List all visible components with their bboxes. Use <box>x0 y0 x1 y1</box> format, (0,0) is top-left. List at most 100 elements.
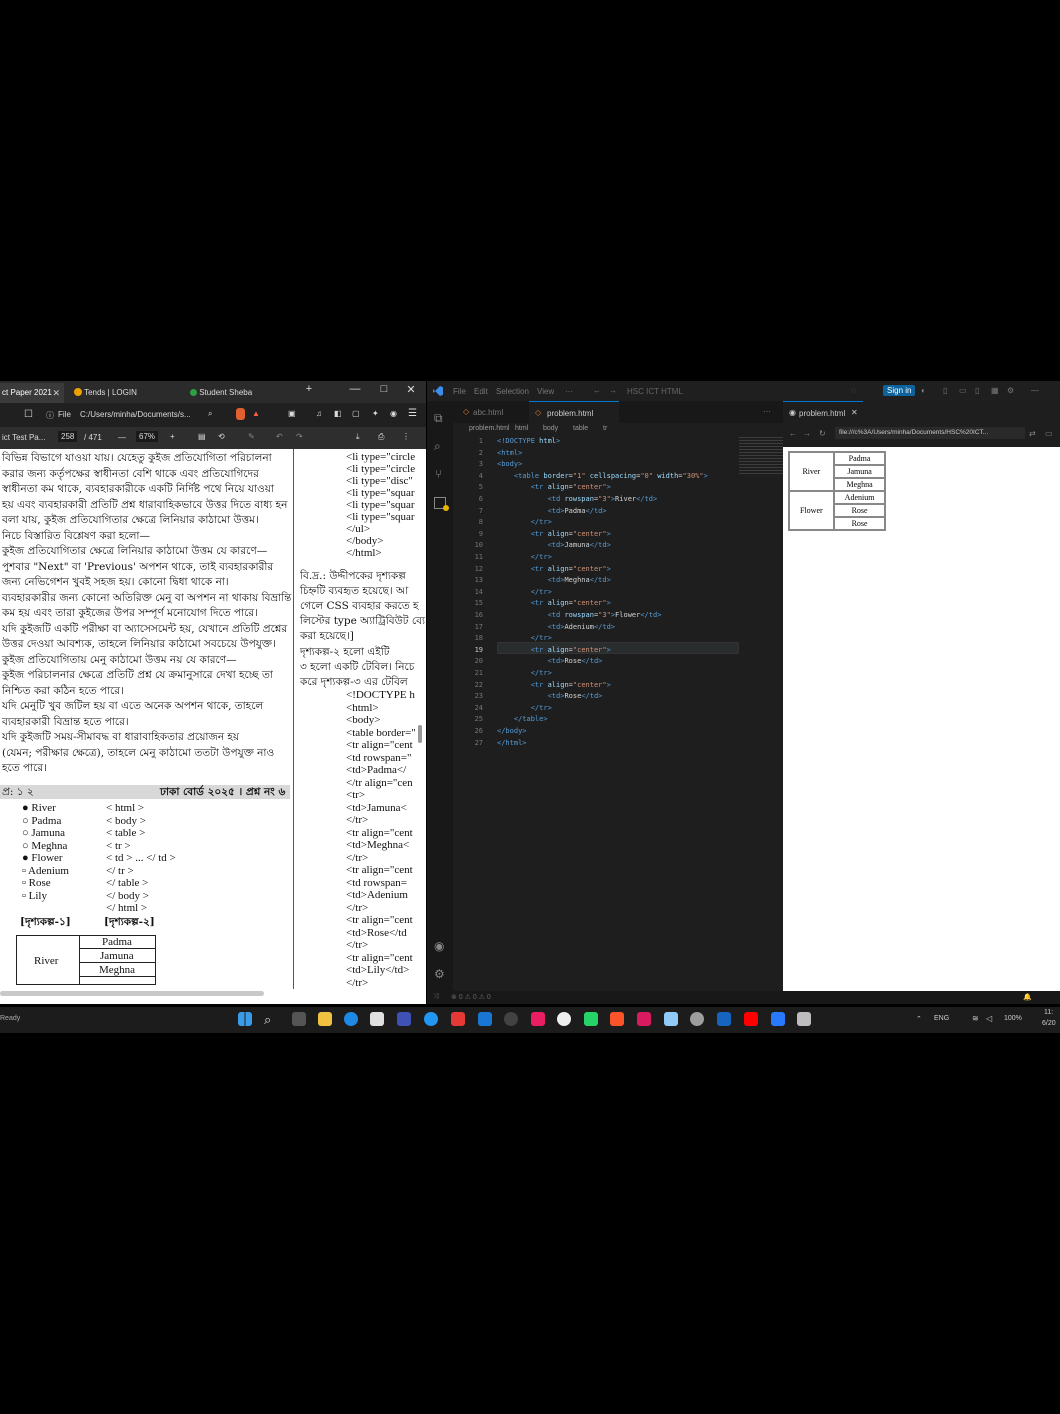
search-icon[interactable]: ⌕ <box>208 409 212 419</box>
code-line[interactable]: <td>Rose</td> <box>497 657 603 665</box>
bookmark-icon[interactable]: ☐ <box>24 409 33 420</box>
more-icon[interactable]: ▭ <box>1045 429 1053 438</box>
info-icon[interactable]: ⓘ <box>46 410 54 421</box>
code-line[interactable]: </table> <box>497 715 548 723</box>
reload-icon[interactable]: ↻ <box>819 429 826 438</box>
code-line[interactable]: <tr align="center"> <box>497 599 611 607</box>
code-line[interactable]: <body> <box>497 460 522 468</box>
code-line[interactable]: </tr> <box>497 669 552 677</box>
wifi-icon[interactable]: ≋ <box>972 1014 979 1023</box>
close-icon[interactable]: ✕ <box>52 383 60 403</box>
horizontal-scrollbar[interactable] <box>0 991 264 996</box>
breadcrumb-item[interactable]: html <box>515 425 528 432</box>
remote-icon[interactable]: ⤨ <box>433 993 439 1001</box>
forward-arrow-icon[interactable]: → <box>609 386 617 395</box>
settings-icon[interactable] <box>690 1012 704 1026</box>
clock-time[interactable]: 11: <box>1044 1009 1053 1016</box>
task-view-icon[interactable] <box>292 1012 306 1026</box>
code-line[interactable]: <td>Rose</td> <box>497 692 603 700</box>
copilot-icon[interactable]: ◌ <box>851 386 856 395</box>
back-arrow-icon[interactable]: ← <box>593 386 601 395</box>
photos-icon[interactable] <box>531 1012 545 1026</box>
sidebar-icon[interactable]: ▣ <box>288 409 296 418</box>
start-menu-icon[interactable] <box>238 1012 252 1026</box>
menu-view[interactable]: View <box>537 387 554 396</box>
breadcrumb-item[interactable]: problem.html <box>469 425 509 432</box>
new-tab-button[interactable]: + <box>298 383 320 395</box>
zoom-out-button[interactable]: — <box>118 433 126 442</box>
browser-tab-student-sheba[interactable]: Student Sheba <box>186 383 300 403</box>
code-line[interactable]: <table border="1" cellspacing="0" width=… <box>497 472 708 480</box>
tab-preview-problem-html[interactable]: ◉ problem.html ✕ <box>783 401 863 424</box>
volume-icon[interactable]: ◁ <box>986 1014 992 1023</box>
code-line[interactable]: <tr align="center"> <box>497 681 611 689</box>
menu-file[interactable]: File <box>453 387 466 396</box>
language-indicator[interactable]: ENG <box>934 1015 949 1022</box>
code-line[interactable]: <td>Padma</td> <box>497 507 607 515</box>
more-actions-icon[interactable]: ··· <box>763 407 771 416</box>
forward-arrow-icon[interactable]: → <box>803 429 811 438</box>
code-line[interactable]: <tr align="center"> <box>497 646 611 654</box>
page-number-input[interactable]: 258 <box>58 431 78 442</box>
command-center-search[interactable]: HSC ICT HTML <box>627 387 683 396</box>
tab-abc-html[interactable]: ◇ abc.html <box>463 401 523 423</box>
account-icon[interactable]: ◐ <box>921 386 926 395</box>
undo-icon[interactable]: ↶ <box>276 432 283 441</box>
notifications-icon[interactable]: 🔔 <box>1023 993 1032 1001</box>
youtube-icon[interactable] <box>744 1012 758 1026</box>
redo-icon[interactable]: ↷ <box>296 432 303 441</box>
sign-in-button[interactable]: Sign in <box>883 385 916 396</box>
customize-layout-icon[interactable]: ▦ <box>991 386 999 395</box>
network-app-icon[interactable] <box>717 1012 731 1026</box>
edge-icon[interactable] <box>344 1012 358 1026</box>
browser-tab-tends[interactable]: Tends | LOGIN <box>70 383 179 403</box>
app-icon[interactable] <box>397 1012 411 1026</box>
print-icon[interactable]: ⎙ <box>378 432 384 442</box>
zoom-in-button[interactable]: + <box>170 432 175 441</box>
layout-panel-icon[interactable]: ▭ <box>959 386 967 395</box>
open-external-icon[interactable]: ⇄ <box>1029 429 1036 438</box>
close-button[interactable]: ✕ <box>400 383 422 396</box>
vertical-scrollbar[interactable] <box>418 725 422 743</box>
rotate-icon[interactable]: ⟲ <box>218 432 225 441</box>
layout-secondary-icon[interactable]: ▯ <box>975 386 979 395</box>
download-icon[interactable]: ⤓ <box>356 432 360 442</box>
rewards-icon[interactable]: ▲ <box>252 409 260 418</box>
mail-icon[interactable] <box>478 1012 492 1026</box>
breadcrumb-item[interactable]: tr <box>603 425 607 432</box>
help-icon[interactable] <box>424 1012 438 1026</box>
code-line[interactable]: </html> <box>497 739 527 747</box>
browser-tab-pdf[interactable]: ct Paper 2021 ✕ <box>0 383 64 403</box>
close-icon[interactable]: ✕ <box>851 408 858 417</box>
zoom-input[interactable]: 67% <box>136 431 159 442</box>
media-player-icon[interactable] <box>504 1012 518 1026</box>
settings-icon[interactable]: ⚙ <box>1007 386 1014 395</box>
code-line[interactable]: <td rowspan="3">River</td> <box>497 495 658 503</box>
code-line[interactable]: </tr> <box>497 704 552 712</box>
draw-icon[interactable]: ✎ <box>248 432 255 441</box>
problems-status[interactable]: ⊗ 0 ⚠ 0 ⚠ 0 <box>451 993 491 1001</box>
code-line[interactable]: <html> <box>497 449 522 457</box>
url-field[interactable]: C:/Users/minha/Documents/s... <box>80 410 191 419</box>
brave-shield-icon[interactable] <box>236 408 245 420</box>
code-line[interactable]: <td rowspan="3">Flower</td> <box>497 611 662 619</box>
menu-edit[interactable]: Edit <box>474 387 488 396</box>
split-view-icon[interactable]: ◧ <box>334 409 342 418</box>
maximize-button[interactable]: □ <box>373 383 395 395</box>
chrome-icon[interactable] <box>557 1012 571 1026</box>
back-arrow-icon[interactable]: ← <box>789 429 797 438</box>
code-line[interactable]: </tr> <box>497 588 552 596</box>
minimize-button[interactable]: — <box>1031 386 1039 395</box>
explorer-icon[interactable]: ⧉ <box>434 411 443 426</box>
code-line[interactable]: </tr> <box>497 634 552 642</box>
search-icon[interactable]: ⌕ <box>434 439 441 454</box>
menu-more[interactable]: ··· <box>565 387 573 396</box>
more-options-icon[interactable]: ⋮ <box>402 432 410 441</box>
code-line[interactable]: </tr> <box>497 518 552 526</box>
clock-date[interactable]: 6/20 <box>1042 1020 1056 1027</box>
battery-indicator[interactable]: 100% <box>1004 1015 1022 1022</box>
code-line[interactable]: <tr align="center"> <box>497 483 611 491</box>
file-explorer-icon[interactable] <box>318 1012 332 1026</box>
breadcrumb-item[interactable]: table <box>573 425 588 432</box>
code-line[interactable]: <td>Jamuna</td> <box>497 541 611 549</box>
